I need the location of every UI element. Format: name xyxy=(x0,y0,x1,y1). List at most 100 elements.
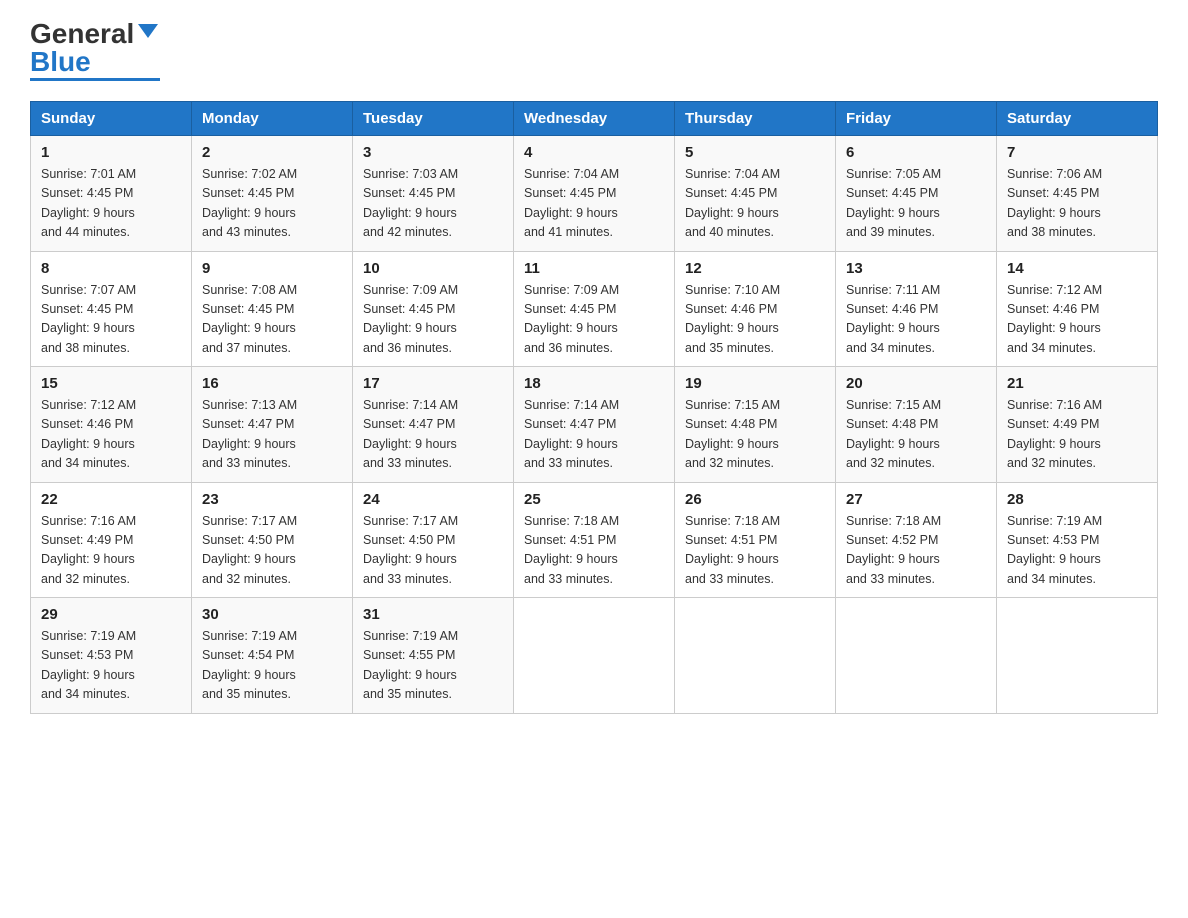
day-number: 8 xyxy=(41,260,181,277)
header-monday: Monday xyxy=(192,102,353,136)
day-number: 19 xyxy=(685,375,825,392)
header-wednesday: Wednesday xyxy=(514,102,675,136)
day-info: Sunrise: 7:16 AMSunset: 4:49 PMDaylight:… xyxy=(1007,398,1102,470)
day-info: Sunrise: 7:18 AMSunset: 4:51 PMDaylight:… xyxy=(524,514,619,586)
day-number: 15 xyxy=(41,375,181,392)
calendar-cell xyxy=(997,598,1158,714)
day-info: Sunrise: 7:18 AMSunset: 4:52 PMDaylight:… xyxy=(846,514,941,586)
day-number: 30 xyxy=(202,606,342,623)
day-number: 7 xyxy=(1007,144,1147,161)
calendar-cell: 28 Sunrise: 7:19 AMSunset: 4:53 PMDayligh… xyxy=(997,482,1158,598)
day-info: Sunrise: 7:14 AMSunset: 4:47 PMDaylight:… xyxy=(524,398,619,470)
calendar-cell: 24 Sunrise: 7:17 AMSunset: 4:50 PMDayligh… xyxy=(353,482,514,598)
calendar-cell: 27 Sunrise: 7:18 AMSunset: 4:52 PMDayligh… xyxy=(836,482,997,598)
day-number: 16 xyxy=(202,375,342,392)
calendar-cell: 12Sunrise: 7:10 AMSunset: 4:46 PMDayligh… xyxy=(675,251,836,367)
day-info: Sunrise: 7:17 AMSunset: 4:50 PMDaylight:… xyxy=(202,514,297,586)
day-info: Sunrise: 7:02 AMSunset: 4:45 PMDaylight:… xyxy=(202,167,297,239)
calendar-week-row: 22 Sunrise: 7:16 AMSunset: 4:49 PMDayligh… xyxy=(31,482,1158,598)
day-info: Sunrise: 7:19 AMSunset: 4:55 PMDaylight:… xyxy=(363,629,458,701)
calendar-cell: 13Sunrise: 7:11 AMSunset: 4:46 PMDayligh… xyxy=(836,251,997,367)
day-info: Sunrise: 7:12 AMSunset: 4:46 PMDaylight:… xyxy=(41,398,136,470)
day-number: 20 xyxy=(846,375,986,392)
day-info: Sunrise: 7:11 AMSunset: 4:46 PMDaylight:… xyxy=(846,283,940,355)
calendar-cell: 29 Sunrise: 7:19 AMSunset: 4:53 PMDayligh… xyxy=(31,598,192,714)
day-info: Sunrise: 7:04 AMSunset: 4:45 PMDaylight:… xyxy=(524,167,619,239)
day-info: Sunrise: 7:06 AMSunset: 4:45 PMDaylight:… xyxy=(1007,167,1102,239)
day-number: 18 xyxy=(524,375,664,392)
calendar-cell: 25 Sunrise: 7:18 AMSunset: 4:51 PMDayligh… xyxy=(514,482,675,598)
day-number: 6 xyxy=(846,144,986,161)
day-number: 25 xyxy=(524,491,664,508)
header-thursday: Thursday xyxy=(675,102,836,136)
day-info: Sunrise: 7:09 AMSunset: 4:45 PMDaylight:… xyxy=(363,283,458,355)
calendar-cell: 5Sunrise: 7:04 AMSunset: 4:45 PMDaylight… xyxy=(675,136,836,252)
day-info: Sunrise: 7:12 AMSunset: 4:46 PMDaylight:… xyxy=(1007,283,1102,355)
calendar-cell: 22 Sunrise: 7:16 AMSunset: 4:49 PMDayligh… xyxy=(31,482,192,598)
calendar-week-row: 29 Sunrise: 7:19 AMSunset: 4:53 PMDayligh… xyxy=(31,598,1158,714)
day-info: Sunrise: 7:07 AMSunset: 4:45 PMDaylight:… xyxy=(41,283,136,355)
day-number: 4 xyxy=(524,144,664,161)
calendar-cell: 17 Sunrise: 7:14 AMSunset: 4:47 PMDayligh… xyxy=(353,367,514,483)
header-tuesday: Tuesday xyxy=(353,102,514,136)
day-number: 14 xyxy=(1007,260,1147,277)
calendar-cell: 1 Sunrise: 7:01 AMSunset: 4:45 PMDaylight… xyxy=(31,136,192,252)
calendar-cell xyxy=(514,598,675,714)
calendar-cell: 16Sunrise: 7:13 AMSunset: 4:47 PMDayligh… xyxy=(192,367,353,483)
logo-underline xyxy=(30,78,160,81)
logo: General Blue xyxy=(30,20,160,81)
calendar-cell: 2Sunrise: 7:02 AMSunset: 4:45 PMDaylight… xyxy=(192,136,353,252)
day-number: 1 xyxy=(41,144,181,161)
logo-triangle-icon xyxy=(138,24,158,38)
page-header: General Blue xyxy=(30,20,1158,81)
day-number: 24 xyxy=(363,491,503,508)
day-number: 5 xyxy=(685,144,825,161)
calendar-cell: 6 Sunrise: 7:05 AMSunset: 4:45 PMDaylight… xyxy=(836,136,997,252)
day-number: 26 xyxy=(685,491,825,508)
day-number: 12 xyxy=(685,260,825,277)
day-number: 31 xyxy=(363,606,503,623)
day-number: 22 xyxy=(41,491,181,508)
calendar-cell: 31 Sunrise: 7:19 AMSunset: 4:55 PMDayligh… xyxy=(353,598,514,714)
day-info: Sunrise: 7:14 AMSunset: 4:47 PMDaylight:… xyxy=(363,398,458,470)
calendar-cell: 19 Sunrise: 7:15 AMSunset: 4:48 PMDayligh… xyxy=(675,367,836,483)
calendar-cell xyxy=(836,598,997,714)
calendar-cell xyxy=(675,598,836,714)
day-number: 29 xyxy=(41,606,181,623)
calendar-cell: 21 Sunrise: 7:16 AMSunset: 4:49 PMDayligh… xyxy=(997,367,1158,483)
calendar-cell: 23 Sunrise: 7:17 AMSunset: 4:50 PMDayligh… xyxy=(192,482,353,598)
calendar-week-row: 15 Sunrise: 7:12 AMSunset: 4:46 PMDayligh… xyxy=(31,367,1158,483)
day-number: 17 xyxy=(363,375,503,392)
day-info: Sunrise: 7:16 AMSunset: 4:49 PMDaylight:… xyxy=(41,514,136,586)
day-number: 10 xyxy=(363,260,503,277)
header-sunday: Sunday xyxy=(31,102,192,136)
day-number: 9 xyxy=(202,260,342,277)
day-info: Sunrise: 7:17 AMSunset: 4:50 PMDaylight:… xyxy=(363,514,458,586)
calendar-cell: 3Sunrise: 7:03 AMSunset: 4:45 PMDaylight… xyxy=(353,136,514,252)
day-info: Sunrise: 7:19 AMSunset: 4:53 PMDaylight:… xyxy=(1007,514,1102,586)
day-number: 23 xyxy=(202,491,342,508)
logo-general-text: General xyxy=(30,20,134,48)
day-info: Sunrise: 7:19 AMSunset: 4:53 PMDaylight:… xyxy=(41,629,136,701)
calendar-cell: 4 Sunrise: 7:04 AMSunset: 4:45 PMDaylight… xyxy=(514,136,675,252)
calendar-cell: 9Sunrise: 7:08 AMSunset: 4:45 PMDaylight… xyxy=(192,251,353,367)
day-number: 27 xyxy=(846,491,986,508)
day-info: Sunrise: 7:15 AMSunset: 4:48 PMDaylight:… xyxy=(685,398,780,470)
calendar-cell: 18 Sunrise: 7:14 AMSunset: 4:47 PMDayligh… xyxy=(514,367,675,483)
day-info: Sunrise: 7:19 AMSunset: 4:54 PMDaylight:… xyxy=(202,629,297,701)
calendar-header-row: SundayMondayTuesdayWednesdayThursdayFrid… xyxy=(31,102,1158,136)
day-info: Sunrise: 7:09 AMSunset: 4:45 PMDaylight:… xyxy=(524,283,619,355)
day-info: Sunrise: 7:01 AMSunset: 4:45 PMDaylight:… xyxy=(41,167,136,239)
day-number: 21 xyxy=(1007,375,1147,392)
calendar-table: SundayMondayTuesdayWednesdayThursdayFrid… xyxy=(30,101,1158,714)
calendar-cell: 30 Sunrise: 7:19 AMSunset: 4:54 PMDayligh… xyxy=(192,598,353,714)
calendar-cell: 26Sunrise: 7:18 AMSunset: 4:51 PMDayligh… xyxy=(675,482,836,598)
header-friday: Friday xyxy=(836,102,997,136)
calendar-cell: 8 Sunrise: 7:07 AMSunset: 4:45 PMDaylight… xyxy=(31,251,192,367)
day-info: Sunrise: 7:15 AMSunset: 4:48 PMDaylight:… xyxy=(846,398,941,470)
header-saturday: Saturday xyxy=(997,102,1158,136)
day-info: Sunrise: 7:05 AMSunset: 4:45 PMDaylight:… xyxy=(846,167,941,239)
calendar-week-row: 8 Sunrise: 7:07 AMSunset: 4:45 PMDaylight… xyxy=(31,251,1158,367)
calendar-cell: 7 Sunrise: 7:06 AMSunset: 4:45 PMDaylight… xyxy=(997,136,1158,252)
day-number: 28 xyxy=(1007,491,1147,508)
